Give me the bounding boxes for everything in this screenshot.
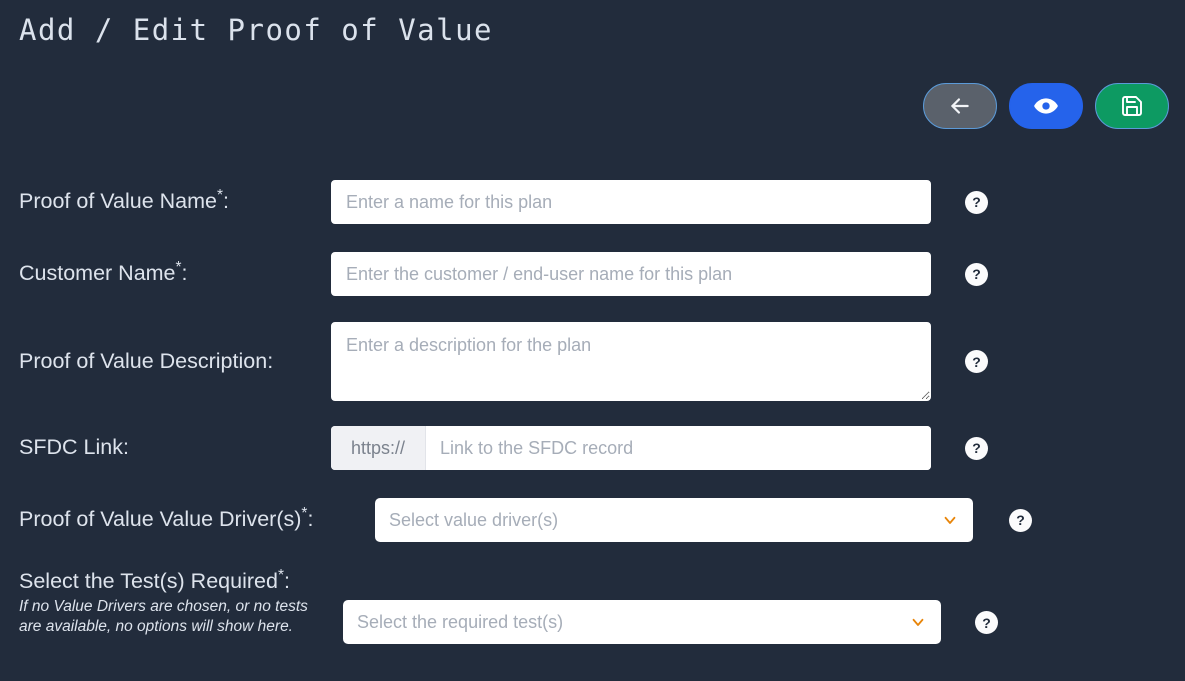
help-icon-customer-name[interactable]: ? — [965, 262, 988, 286]
label-block-tests-required: Select the Test(s) Required*: If no Valu… — [19, 568, 343, 638]
tests-required-select[interactable]: Select the required test(s) — [343, 600, 941, 644]
customer-name-input[interactable] — [331, 252, 931, 296]
help-icon-pov-name[interactable]: ? — [965, 190, 988, 214]
label-customer-name: Customer Name*: — [19, 260, 331, 286]
pov-description-textarea[interactable] — [331, 322, 931, 401]
tests-required-helper-text: If no Value Drivers are chosen, or no te… — [19, 597, 308, 636]
label-text: Select the Test(s) Required — [19, 569, 278, 593]
preview-button[interactable] — [1009, 83, 1083, 129]
label-suffix: : — [307, 507, 314, 532]
arrow-left-icon — [947, 93, 973, 119]
form-row-pov-name: Proof of Value Name*: ? — [19, 180, 1019, 224]
label-text: Proof of Value Description — [19, 348, 268, 373]
chevron-down-icon — [909, 613, 927, 631]
sfdc-link-prefix: https:// — [331, 426, 427, 470]
form-row-value-drivers: Proof of Value Value Driver(s)*: Select … — [19, 498, 1079, 542]
form-row-customer-name: Customer Name*: ? — [19, 252, 1019, 296]
label-text: Proof of Value Name — [19, 189, 217, 214]
form-row-tests-required: Select the Test(s) Required*: If no Valu… — [19, 568, 1039, 644]
eye-icon — [1033, 93, 1059, 119]
help-icon-sfdc-link[interactable]: ? — [965, 436, 988, 460]
floppy-disk-icon — [1120, 94, 1144, 118]
value-drivers-select-value: Select value driver(s) — [389, 509, 559, 530]
sfdc-link-input[interactable] — [426, 426, 931, 470]
form-row-pov-description: Proof of Value Description: ? — [19, 322, 1019, 401]
label-suffix: : — [267, 348, 274, 373]
help-icon-pov-description[interactable]: ? — [965, 350, 988, 373]
help-icon-value-drivers[interactable]: ? — [1009, 508, 1032, 532]
label-pov-name: Proof of Value Name*: — [19, 188, 331, 214]
pov-name-input[interactable] — [331, 180, 931, 224]
back-button[interactable] — [923, 83, 997, 129]
page-title: Add / Edit Proof of Value — [19, 13, 493, 47]
label-text: Customer Name — [19, 261, 176, 286]
label-text: Proof of Value Value Driver(s) — [19, 507, 302, 532]
toolbar — [923, 83, 1169, 129]
label-suffix: : — [122, 435, 129, 460]
sfdc-link-input-group: https:// — [331, 426, 931, 470]
save-button[interactable] — [1095, 83, 1169, 129]
value-drivers-select[interactable]: Select value driver(s) — [375, 498, 973, 542]
tests-required-select-value: Select the required test(s) — [357, 611, 564, 632]
label-tests-required: Select the Test(s) Required*: — [19, 568, 343, 594]
label-text: SFDC Link — [19, 435, 123, 460]
form-row-sfdc-link: SFDC Link: https:// ? — [19, 426, 1019, 470]
label-suffix: : — [181, 261, 188, 286]
label-value-drivers: Proof of Value Value Driver(s)*: — [19, 506, 375, 532]
chevron-down-icon — [941, 511, 959, 529]
label-suffix: : — [283, 569, 290, 593]
label-pov-description: Proof of Value Description: — [19, 348, 331, 374]
help-icon-tests-required[interactable]: ? — [975, 611, 998, 634]
label-sfdc-link: SFDC Link: — [19, 435, 331, 460]
label-suffix: : — [223, 189, 229, 214]
